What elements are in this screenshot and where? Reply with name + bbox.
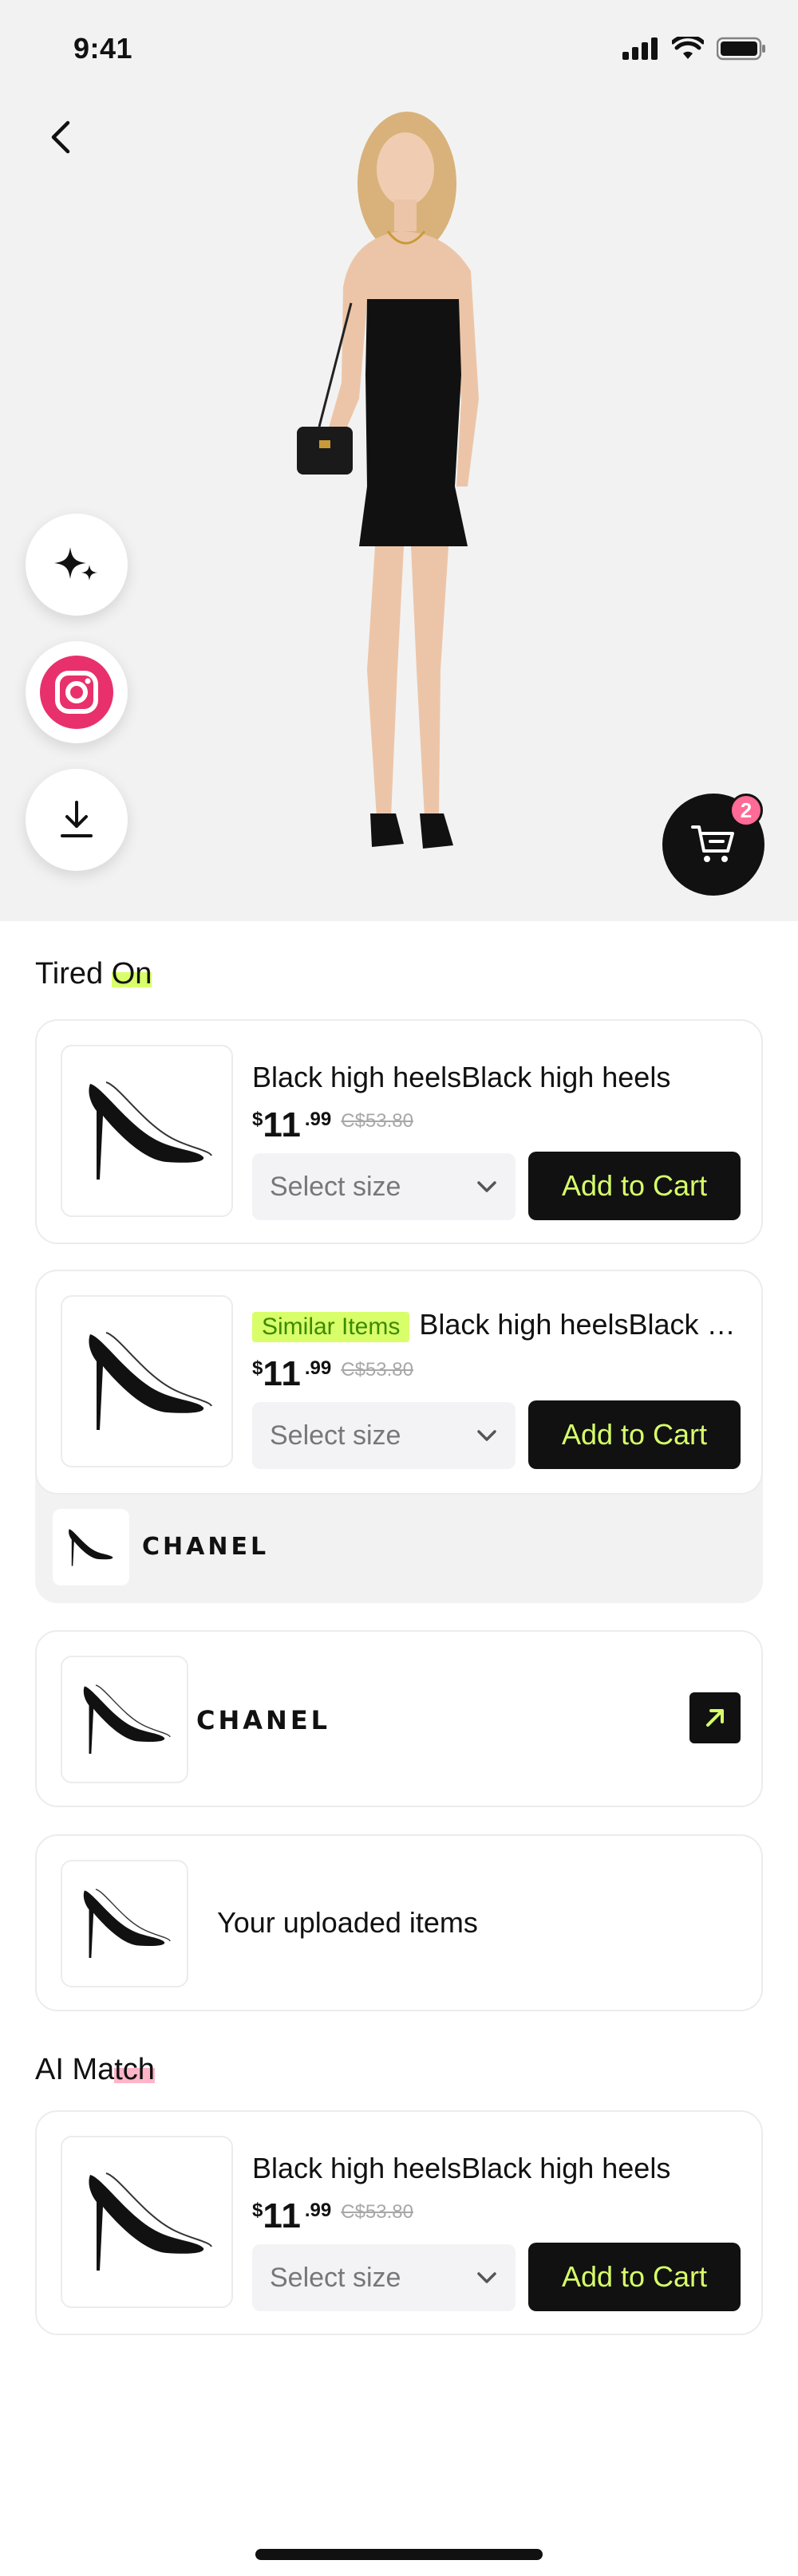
arrow-up-right-icon [706,1709,724,1727]
original-price: C$53.80 [341,1110,413,1132]
size-select-label: Select size [270,2262,401,2293]
instagram-icon [40,656,113,729]
high-heels-icon [83,1684,171,1755]
home-indicator [255,2549,543,2560]
price-currency: $ [252,1357,263,1379]
instagram-share-button[interactable] [26,641,128,743]
uploaded-thumbnail [61,1860,188,1987]
open-brand-button[interactable] [689,1692,741,1743]
uploaded-items-card[interactable]: Your uploaded items [35,1834,763,2011]
size-select[interactable]: Select size [252,2244,516,2311]
chevron-down-icon [477,1430,496,1441]
signal-icon [622,37,658,60]
add-to-cart-button[interactable]: Add to Cart [528,1400,741,1469]
high-heels-icon [89,1081,212,1180]
tried-on-heading-highlight: On [111,957,152,991]
product-title-row: Similar Items Black high heelsBlack high … [252,1308,741,1342]
ai-sparkle-button[interactable] [26,514,128,616]
add-to-cart-button[interactable]: Add to Cart [528,2243,741,2311]
high-heels-icon [83,1889,171,1959]
cart-icon [691,825,734,862]
size-select-label: Select size [270,1420,401,1451]
price-currency: $ [252,1109,263,1130]
back-arrow-icon [51,120,70,154]
product-thumbnail[interactable] [61,1295,233,1467]
price-cents: .99 [304,1109,332,1130]
brand-name: CHANEL [142,1533,270,1561]
status-time: 9:41 [73,32,133,65]
ai-match-heading: AI Match [35,2053,155,2087]
brand-name: CHANEL [196,1705,331,1735]
high-heels-icon [89,2172,212,2271]
battery-icon [717,37,765,61]
similar-items-tag: Similar Items [252,1312,410,1342]
chevron-down-icon [477,1181,496,1192]
size-select-label: Select size [270,1171,401,1202]
price-cents: .99 [304,2200,332,2221]
price-main: 11 [263,1354,302,1393]
price-currency: $ [252,2200,263,2221]
price-main: 11 [263,2196,302,2235]
size-select[interactable]: Select size [252,1402,516,1469]
product-title: Black high heelsBlack high heels [252,1061,671,1093]
product-price: $ 11 .99 C$53.80 [252,1354,413,1394]
product-thumbnail[interactable] [61,1045,233,1217]
product-card[interactable]: Black high heelsBlack high heels $ 11 .9… [35,2110,763,2335]
add-to-cart-button[interactable]: Add to Cart [528,1152,741,1220]
download-icon [61,801,93,837]
product-card[interactable]: Black high heelsBlack high heels $ 11 .9… [35,1019,763,1244]
tried-on-heading: Tired On [35,957,152,991]
size-select[interactable]: Select size [252,1153,516,1220]
brand-card[interactable]: CHANEL [35,1630,763,1807]
ai-match-heading-highlight: tch [114,2053,155,2086]
hero-tryon-view: 9:41 2 [0,0,798,921]
uploaded-items-label: Your uploaded items [217,1906,478,1939]
original-price: C$53.80 [341,1359,413,1381]
price-cents: .99 [304,1357,332,1379]
cart-count-badge: 2 [729,794,763,827]
ai-match-heading-text: AI Ma [35,2053,115,2086]
product-title: Black high heelsBlack high heels [252,2152,671,2184]
high-heels-icon [69,1529,113,1566]
status-bar: 9:41 [0,0,798,104]
product-thumbnail[interactable] [61,2136,233,2308]
product-price: $ 11 .99 C$53.80 [252,1105,413,1145]
model-photo [297,112,479,849]
high-heels-icon [89,1332,212,1430]
back-button[interactable] [35,112,86,163]
product-title: Black high heelsBlack high heels [419,1308,741,1341]
cart-button[interactable]: 2 [662,794,764,896]
original-price: C$53.80 [341,2201,413,2223]
download-button[interactable] [26,769,128,871]
status-icons [622,37,766,61]
tried-on-heading-text: Tired [35,957,112,991]
brand-logo [53,1509,129,1585]
chevron-down-icon [477,2272,496,2283]
wifi-icon [672,37,704,59]
brand-thumbnail [61,1656,188,1783]
price-main: 11 [263,1105,302,1144]
sparkle-icon [54,547,97,581]
product-card[interactable]: Similar Items Black high heelsBlack high … [35,1270,763,1495]
similar-items-group: Similar Items Black high heelsBlack high … [35,1270,763,1603]
product-price: $ 11 .99 C$53.80 [252,2196,413,2236]
